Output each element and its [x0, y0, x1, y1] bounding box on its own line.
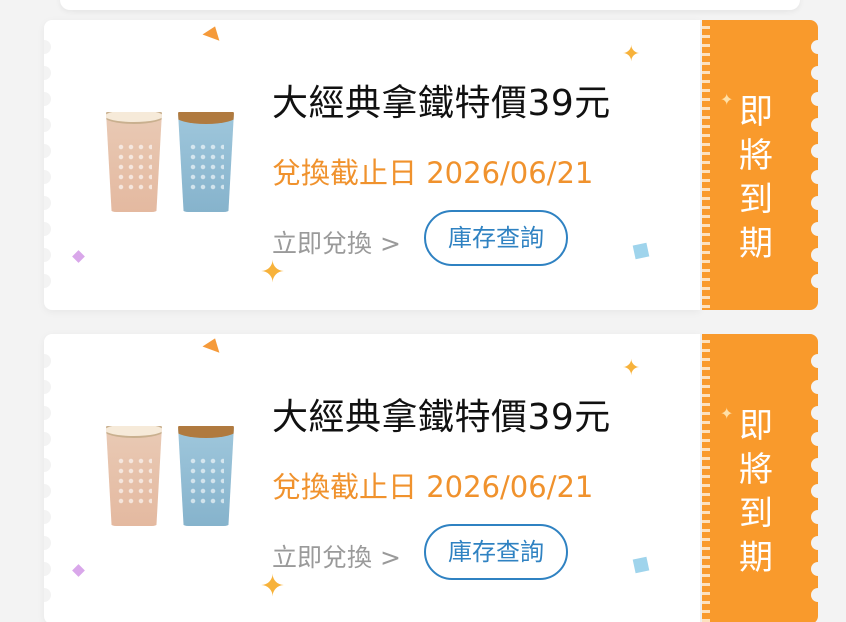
product-image: [106, 112, 246, 222]
star-icon: ✦: [260, 255, 286, 290]
star-icon: ✦: [622, 42, 641, 67]
redeem-deadline: 兌換截止日 2026/06/21: [272, 470, 594, 504]
stock-query-button[interactable]: 庫存查詢: [424, 524, 568, 580]
coupon-body: 大經典拿鐵特價39元 兌換截止日 2026/06/21 立即兌換 > 庫存查詢 …: [44, 334, 700, 622]
latte-cup-icon: [106, 426, 162, 526]
iced-coffee-cup-icon: [178, 112, 234, 212]
ticket-edge: [44, 354, 51, 604]
coupon-card[interactable]: 大經典拿鐵特價39元 兌換截止日 2026/06/21 立即兌換 > 庫存查詢 …: [44, 334, 818, 622]
perforation: [702, 334, 710, 622]
expiring-soon-label: 即 將 到 期: [739, 406, 773, 578]
redeem-now-link[interactable]: 立即兌換 >: [272, 538, 401, 574]
latte-cup-icon: [106, 112, 162, 212]
confetti-icon: [202, 335, 224, 353]
coupon-body: 大經典拿鐵特價39元 兌換截止日 2026/06/21 立即兌換 > 庫存查詢 …: [44, 20, 700, 310]
coupon-title: 大經典拿鐵特價39元: [272, 83, 611, 124]
ticket-edge: [811, 40, 818, 290]
star-icon: ✦: [260, 569, 286, 604]
confetti-icon: [632, 556, 650, 574]
confetti-icon: [632, 242, 650, 260]
ticket-edge: [44, 40, 51, 290]
redeem-now-link[interactable]: 立即兌換 >: [272, 224, 401, 260]
coupon-card[interactable]: 大經典拿鐵特價39元 兌換截止日 2026/06/21 立即兌換 > 庫存查詢 …: [44, 20, 818, 310]
perforation: [702, 20, 710, 310]
confetti-icon: [72, 250, 85, 263]
expiring-soon-stub: ✦ 即 將 到 期: [702, 20, 818, 310]
star-icon: ✦: [622, 356, 641, 381]
stock-query-button[interactable]: 庫存查詢: [424, 210, 568, 266]
previous-coupon-edge: [60, 0, 800, 10]
expiring-soon-stub: ✦ 即 將 到 期: [702, 334, 818, 622]
redeem-deadline: 兌換截止日 2026/06/21: [272, 156, 594, 190]
coupon-list: 大經典拿鐵特價39元 兌換截止日 2026/06/21 立即兌換 > 庫存查詢 …: [0, 0, 846, 622]
product-image: [106, 426, 246, 536]
expiring-soon-label: 即 將 到 期: [739, 92, 773, 264]
iced-coffee-cup-icon: [178, 426, 234, 526]
confetti-icon: [72, 564, 85, 577]
confetti-icon: [202, 23, 224, 41]
coupon-title: 大經典拿鐵特價39元: [272, 397, 611, 438]
ticket-edge: [811, 354, 818, 604]
